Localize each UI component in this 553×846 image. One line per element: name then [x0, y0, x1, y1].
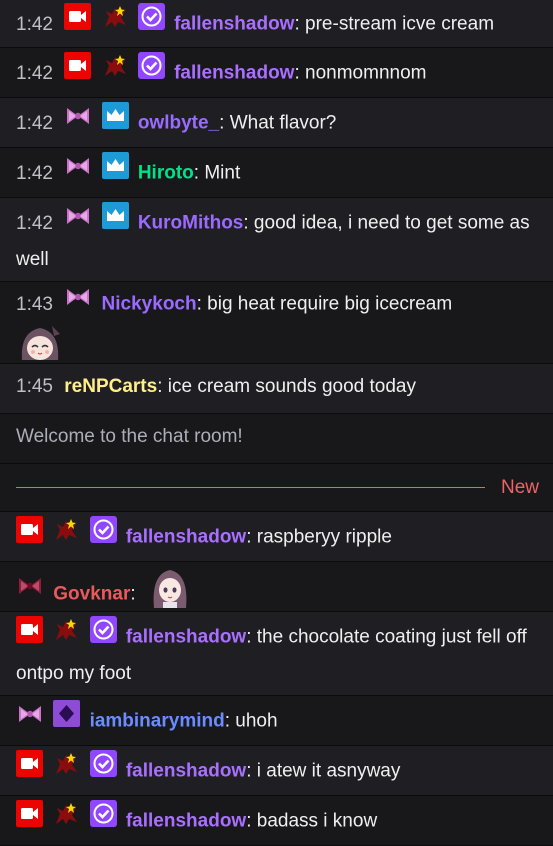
chat-list: 1:42 fallenshadow: pre-stream icve cream…: [0, 0, 553, 846]
camera-icon[interactable]: [16, 516, 43, 555]
timestamp: 1:42: [16, 13, 53, 35]
username[interactable]: fallenshadow: [126, 627, 246, 648]
divider-label: New: [500, 476, 539, 498]
anime-emote[interactable]: [16, 322, 64, 363]
message-text: : Mint: [193, 162, 241, 184]
username[interactable]: fallenshadow: [174, 63, 294, 84]
message-text: : pre-stream icve cream: [294, 13, 495, 35]
verified-icon[interactable]: [137, 3, 165, 42]
bow-icon[interactable]: [16, 702, 44, 738]
username[interactable]: Hiroto: [138, 163, 194, 184]
chat-message[interactable]: 1:42 fallenshadow: pre-stream icve cream: [0, 0, 553, 48]
dragon-icon[interactable]: [101, 52, 129, 91]
bow-icon[interactable]: [64, 285, 92, 320]
message-text: : raspberyy ripple: [246, 526, 392, 548]
message-text: : uhoh: [224, 710, 278, 732]
chat-message[interactable]: 1:42 owlbyte_: What flavor?: [0, 98, 553, 148]
username[interactable]: Govknar: [53, 584, 130, 605]
timestamp: 1:42: [16, 162, 53, 184]
camera-icon[interactable]: [64, 52, 92, 91]
dragon-icon[interactable]: [52, 750, 80, 789]
chat-message[interactable]: Govknar:: [0, 562, 553, 612]
username[interactable]: reNPCarts: [64, 376, 157, 397]
verified-icon[interactable]: [137, 52, 165, 91]
new-messages-divider: New: [0, 464, 553, 512]
chat-message[interactable]: 1:42 KuroMithos: good idea, i need to ge…: [0, 198, 553, 282]
chat-message[interactable]: fallenshadow: i atew it asnyway: [0, 746, 553, 796]
username[interactable]: fallenshadow: [126, 761, 246, 782]
message-text: : big heat require big icecream: [196, 293, 453, 315]
bow-icon[interactable]: [64, 104, 92, 140]
chat-message[interactable]: 1:43 Nickykoch: big heat require big ice…: [0, 282, 553, 364]
chat-message[interactable]: 1:42 fallenshadow: nonmomnnom: [0, 48, 553, 98]
verified-icon[interactable]: [89, 516, 117, 555]
chat-message[interactable]: fallenshadow: badass i know: [0, 796, 553, 846]
bow-icon[interactable]: [16, 573, 44, 612]
crown-icon[interactable]: [101, 202, 129, 241]
dragon-icon[interactable]: [52, 516, 80, 555]
username[interactable]: iambinarymind: [90, 711, 225, 732]
username[interactable]: fallenshadow: [174, 14, 294, 35]
timestamp: 1:42: [16, 212, 53, 234]
dragon-icon[interactable]: [101, 3, 129, 42]
camera-icon[interactable]: [16, 800, 43, 839]
chat-message[interactable]: fallenshadow: the chocolate coating just…: [0, 612, 553, 696]
bow-icon[interactable]: [64, 154, 92, 190]
username[interactable]: fallenshadow: [126, 811, 246, 832]
verified-icon[interactable]: [89, 616, 117, 655]
message-text: : What flavor?: [219, 112, 337, 134]
message-text: : i atew it asnyway: [246, 760, 401, 782]
dragon-icon[interactable]: [52, 800, 80, 839]
username[interactable]: KuroMithos: [138, 213, 244, 234]
crown-icon[interactable]: [101, 152, 129, 191]
username[interactable]: fallenshadow: [126, 527, 246, 548]
chat-message[interactable]: 1:45 reNPCarts: ice cream sounds good to…: [0, 364, 553, 414]
chat-message[interactable]: iambinarymind: uhoh: [0, 696, 553, 746]
username[interactable]: Nickykoch: [102, 294, 197, 315]
system-message-text: Welcome to the chat room!: [16, 426, 243, 447]
timestamp: 1:42: [16, 112, 53, 134]
verified-icon[interactable]: [89, 800, 117, 839]
dragon-icon[interactable]: [52, 616, 80, 655]
timestamp: 1:45: [16, 376, 53, 397]
diamond-icon[interactable]: [53, 700, 81, 739]
message-text: : badass i know: [246, 810, 378, 832]
verified-icon[interactable]: [89, 750, 117, 789]
anime-emote[interactable]: [149, 566, 191, 611]
message-text: :: [130, 583, 136, 605]
bow-icon[interactable]: [64, 204, 92, 240]
camera-icon[interactable]: [64, 3, 92, 42]
divider-line: [16, 487, 485, 488]
camera-icon[interactable]: [16, 616, 43, 655]
chat-message[interactable]: fallenshadow: raspberyy ripple: [0, 512, 553, 562]
timestamp: 1:42: [16, 62, 53, 84]
timestamp: 1:43: [16, 293, 53, 315]
chat-message[interactable]: 1:42 Hiroto: Mint: [0, 148, 553, 198]
message-text: : ice cream sounds good today: [157, 376, 416, 397]
crown-icon[interactable]: [101, 102, 129, 141]
message-text: : nonmomnnom: [294, 62, 427, 84]
camera-icon[interactable]: [16, 750, 43, 789]
system-message: Welcome to the chat room!: [0, 414, 553, 464]
username[interactable]: owlbyte_: [138, 113, 219, 134]
message-text: : good idea, i need to get some as well: [16, 212, 530, 270]
